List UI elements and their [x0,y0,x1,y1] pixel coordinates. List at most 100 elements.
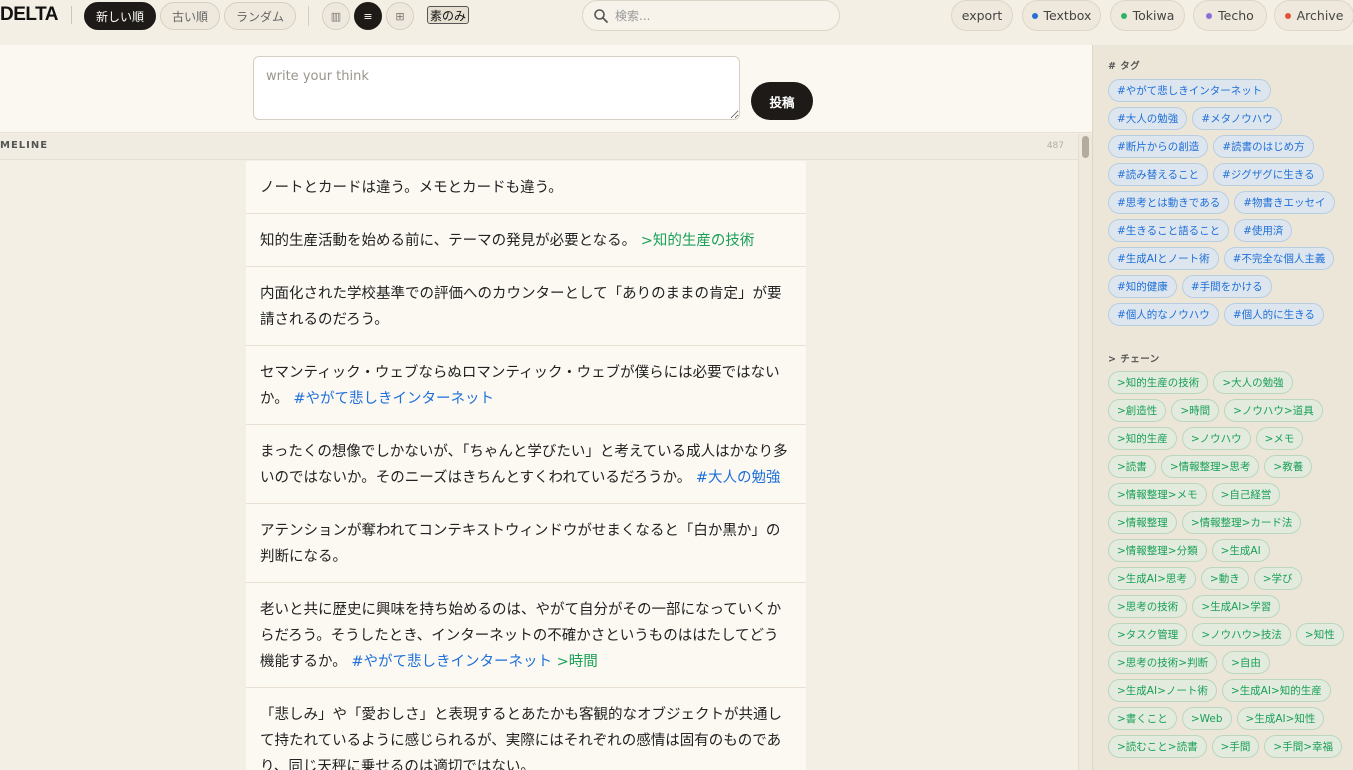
tag-chip[interactable]: #不完全な個人主義 [1223,247,1335,270]
chain-chip[interactable]: >時間 [1171,399,1220,422]
card-text: アテンションが奪われてコンテキストウィンドウがせまくなると「白か黒か」の判断にな… [260,523,781,565]
timeline-card[interactable]: 「悲しみ」や「愛おしさ」と表現するとあたかも客観的なオブジェクトが共通して持たれ… [246,688,806,770]
chain-chip[interactable]: >知的生産 [1108,427,1177,450]
chain-chip[interactable]: >動き [1200,567,1249,590]
chain-chip[interactable]: >読むこと>読書 [1108,735,1207,758]
tag-chip[interactable]: #生きること語ること [1108,219,1230,242]
tags-section-title: # タグ [1108,61,1141,72]
tag-chip[interactable]: #個人的なノウハウ [1108,303,1219,326]
chain-chip[interactable]: >知性 [1295,623,1344,646]
chain-chip[interactable]: >生成AI>思考 [1108,567,1196,590]
chain-chip[interactable]: >手間 [1211,735,1260,758]
tag-chip[interactable]: #知的健康 [1108,275,1177,298]
chain-chip[interactable]: >ノウハウ>道具 [1224,399,1323,422]
timeline-header: MELINE 487 [0,134,1078,160]
tag-chip[interactable]: #ジグザグに生きる [1212,163,1324,186]
grid-view-icon[interactable]: ⊞ [386,2,414,30]
right-sidebar: # タグ #やがて悲しきインターネット #大人の勉強 #メタノウハウ #断片からの創造… [1092,45,1353,770]
chain-chip[interactable]: >情報整理>メモ [1108,483,1207,506]
tag-chip[interactable]: #断片からの創造 [1108,135,1209,158]
tag-chip[interactable]: #思考とは動きである [1108,191,1230,214]
tag-chip[interactable]: #読み替えること [1108,163,1208,186]
chain-chip[interactable]: >生成AI>知的生産 [1221,679,1331,702]
chains-section-title: > チェーン [1108,354,1160,365]
nav-textbox[interactable]: Textbox [1022,0,1101,31]
nav-tokiwa[interactable]: Tokiwa [1110,0,1185,31]
sort-newest-button[interactable]: 新しい順 [84,2,156,30]
composer: 投稿 [0,45,1092,133]
tag-chip[interactable]: #物書きエッセイ [1234,191,1335,214]
nav-label: Tokiwa [1132,8,1175,23]
timeline-card[interactable]: 老いと共に歴史に興味を持ち始めるのは、やがて自分がその一部になっていくからだろう… [246,583,806,688]
chain-chip[interactable]: >思考の技術 [1108,595,1188,618]
tag-chip[interactable]: #メタノウハウ [1192,107,1282,130]
timeline-card[interactable]: ノートとカードは違う。メモとカードも違う。 [246,161,806,214]
tag-chip[interactable]: #個人的に生きる [1223,303,1324,326]
sort-random-button[interactable]: ランダム [224,2,296,30]
timeline[interactable]: ノートとカードは違う。メモとカードも違う。知的生産活動を始める前に、テーマの発見… [0,161,1078,770]
timeline-card[interactable]: 内面化された学校基準での評価へのカウンターとして「ありのままの肯定」が要請される… [246,267,806,346]
tag-chip[interactable]: #やがて悲しきインターネット [1108,79,1272,102]
search-box[interactable] [582,0,840,31]
chain-chip[interactable]: >手間>幸福 [1264,735,1343,758]
nav-archive[interactable]: Archive [1274,0,1353,31]
list-view-icon[interactable]: ≡ [354,2,382,30]
chain-chip[interactable]: >情報整理>分類 [1108,539,1207,562]
chain-chip[interactable]: >生成AI>学習 [1192,595,1281,618]
think-input[interactable] [253,56,740,120]
chain-chip[interactable]: >情報整理>思考 [1160,455,1260,478]
chain-chip[interactable]: >ノウハウ [1181,427,1251,450]
timeline-card[interactable]: アテンションが奪われてコンテキストウィンドウがせまくなると「白か黒か」の判断にな… [246,504,806,583]
card-text: ノートとカードは違う。メモとカードも違う。 [260,180,563,196]
chain-link[interactable]: >時間 [552,654,598,670]
tag-chip[interactable]: #読書のはじめ方 [1213,135,1314,158]
chain-chip[interactable]: >情報整理>カード法 [1181,511,1302,534]
chain-chip[interactable]: >Web [1181,707,1232,730]
timeline-card[interactable]: セマンティック・ウェブならぬロマンティック・ウェブが僕らには必要ではないか。 #… [246,346,806,425]
tag-link[interactable]: #大人の勉強 [691,470,781,486]
top-bar: DELTA 新しい順 古い順 ランダム ▥ ≡ ⊞ 素のみ export Tex… [0,0,1353,31]
chain-chip[interactable]: >読書 [1108,455,1156,478]
timeline-card[interactable]: 知的生産活動を始める前に、テーマの発見が必要となる。 >知的生産の技術 [246,214,806,267]
card-text: 「悲しみ」や「愛おしさ」と表現するとあたかも客観的なオブジェクトが共通して持たれ… [260,707,782,770]
dot-icon [1120,12,1127,19]
scroll-thumb[interactable] [1082,136,1089,158]
tag-link[interactable]: #やがて悲しきインターネット [347,654,552,670]
chain-chip[interactable]: >ノウハウ>技法 [1192,623,1291,646]
chain-chip[interactable]: >書くこと [1108,707,1177,730]
chain-chip[interactable]: >自己経営 [1211,483,1281,506]
bare-only-toggle[interactable]: 素のみ [427,6,470,24]
dot-icon [1206,12,1213,19]
chain-chip[interactable]: >教養 [1264,455,1313,478]
chain-link[interactable]: >知的生産の技術 [636,233,755,249]
chain-chip[interactable]: >タスク管理 [1108,623,1188,646]
chain-chip[interactable]: >生成AI>知性 [1236,707,1325,730]
chain-chip[interactable]: >大人の勉強 [1213,371,1293,394]
timeline-scrollbar[interactable] [1078,134,1092,770]
chain-chip[interactable]: >生成AI>ノート術 [1108,679,1217,702]
export-button[interactable]: export [951,0,1013,31]
columns-view-icon[interactable]: ▥ [322,2,350,30]
chain-chip[interactable]: >知的生産の技術 [1108,371,1209,394]
app-logo: DELTA [0,4,59,25]
nav-techo[interactable]: Techo [1193,0,1267,31]
chain-chip[interactable]: >創造性 [1108,399,1167,422]
chain-chip[interactable]: >情報整理 [1108,511,1177,534]
card-text: 内面化された学校基準での評価へのカウンターとして「ありのままの肯定」が要請される… [260,286,782,328]
search-input[interactable] [615,8,815,23]
tag-chip[interactable]: #手間をかける [1181,275,1272,298]
chain-chip[interactable]: >自由 [1222,651,1270,674]
sort-oldest-button[interactable]: 古い順 [160,2,220,30]
tag-list: #やがて悲しきインターネット #大人の勉強 #メタノウハウ #断片からの創造 #読書のは… [1108,79,1348,326]
chain-chip[interactable]: >生成AI [1211,539,1270,562]
tag-chip[interactable]: #大人の勉強 [1108,107,1188,130]
timeline-card[interactable]: まったくの想像でしかないが、「ちゃんと学びたい」と考えている成人はかなり多いので… [246,425,806,504]
tag-chip[interactable]: #生成AIとノート術 [1108,247,1219,270]
chain-chip[interactable]: >メモ [1255,427,1304,450]
chain-chip[interactable]: >思考の技術>判断 [1108,651,1218,674]
search-icon [594,8,608,23]
post-button[interactable]: 投稿 [751,82,813,120]
tag-chip[interactable]: #使用済 [1234,219,1293,242]
chain-chip[interactable]: >学び [1253,567,1302,590]
tag-link[interactable]: #やがて悲しきインターネット [289,391,494,407]
